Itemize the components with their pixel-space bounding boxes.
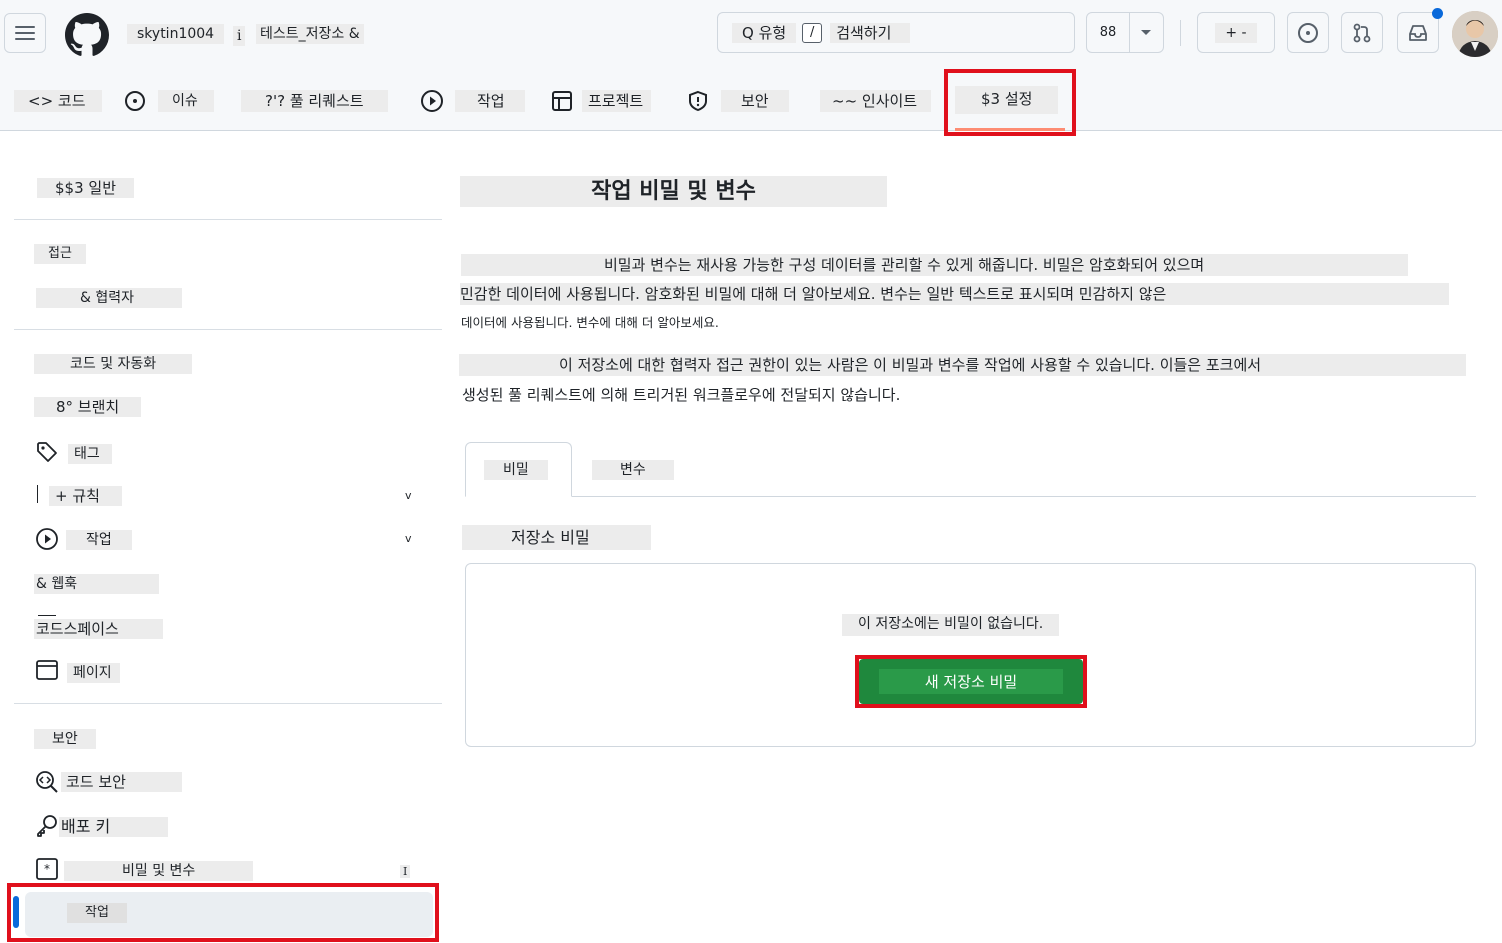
menu-button[interactable] <box>4 13 46 53</box>
empty-state-message: 이 저장소에는 비밀이 없습니다. <box>842 614 1060 636</box>
codespaces-icon <box>38 615 56 616</box>
avatar-photo-icon <box>1452 11 1498 57</box>
tab-code[interactable]: <> 코드 <box>14 84 102 118</box>
repo-name-link[interactable]: 테스트_저장소 & <box>256 24 364 44</box>
table-icon <box>552 91 572 111</box>
tab-actions[interactable]: 작업 <box>420 84 525 118</box>
sidebar-item-codespaces[interactable]: 코드스페이스 <box>34 619 163 639</box>
tag-icon <box>37 442 57 462</box>
notifications-button[interactable] <box>1397 12 1439 53</box>
breadcrumb-separator: i <box>233 26 246 46</box>
search-label: 검색하기 <box>830 22 911 43</box>
sidebar-item-pages[interactable]: 페이지 <box>67 663 120 683</box>
notification-dot <box>1432 8 1443 19</box>
tab-projects-label: 프로젝트 <box>582 90 652 112</box>
tab-settings[interactable]: $3 설정 <box>955 86 1059 130</box>
sidebar-item-tags[interactable]: 태그 <box>68 444 112 464</box>
inbox-icon <box>1409 24 1427 41</box>
repo-header: skytin1004 i 테스트_저장소 & Q 유형 / 검색하기 88 + … <box>0 0 1502 131</box>
owner-link[interactable]: skytin1004 <box>127 24 225 44</box>
rules-icon <box>37 485 38 503</box>
tabs-underline <box>465 496 1476 497</box>
copilot-icon: 88 <box>1099 25 1117 40</box>
sidebar-heading-access: 접근 <box>34 244 86 264</box>
access-line-2: 생성된 풀 리퀘스트에 의해 트리거된 워크플로우에 전달되지 않습니다. <box>462 386 901 404</box>
sidebar-item-actions[interactable]: 작업 <box>66 530 132 550</box>
sidebar-item-general[interactable]: $$3 일반 <box>37 178 134 198</box>
description-line-1: 비밀과 변수는 재사용 가능한 구성 데이터를 관리할 수 있게 해줍니다. 비… <box>461 254 1408 276</box>
tab-settings-label: $3 설정 <box>955 86 1059 114</box>
sidebar-heading-code-automation: 코드 및 자동화 <box>34 354 193 374</box>
tab-secrets-label: 비밀 <box>484 460 548 480</box>
play-icon <box>36 528 58 550</box>
git-pull-request-icon <box>1353 23 1371 42</box>
description-line-2: 민감한 데이터에 사용됩니다. 암호화된 비밀에 대해 더 알아보세요. 변수는… <box>460 283 1449 305</box>
sidebar-item-rules[interactable]: + 규칙 <box>49 486 122 506</box>
search-slash-key: / <box>802 22 823 43</box>
tab-issues-label: 이슈 <box>158 90 214 112</box>
page-title: 작업 비밀 및 변수 <box>460 176 887 207</box>
sidebar-divider <box>14 219 442 220</box>
tab-security-label: 보안 <box>721 90 789 112</box>
shield-icon <box>689 90 707 112</box>
tab-insights-label: ~~ 인사이트 <box>820 90 932 112</box>
tab-security[interactable]: 보안 <box>687 84 789 118</box>
sidebar-divider <box>14 703 442 704</box>
sidebar-divider <box>14 329 442 330</box>
copilot-button[interactable]: 88 <box>1086 12 1164 53</box>
chevron-down-icon[interactable]: v <box>405 532 412 545</box>
pull-requests-button[interactable] <box>1341 12 1383 53</box>
repo-secrets-heading: 저장소 비밀 <box>462 525 651 550</box>
tab-pull-requests-label: ?'? 풀 리퀘스트 <box>241 90 388 112</box>
chevron-down-icon[interactable]: v <box>405 489 412 502</box>
secrets-expanded-indicator: I <box>400 865 411 878</box>
header-divider <box>1180 20 1181 46</box>
sidebar-heading-security: 보안 <box>34 729 96 749</box>
sidebar-item-secrets-actions-label: 작업 <box>67 903 127 923</box>
tab-pull-requests[interactable]: ?'? 풀 리퀘스트 <box>241 84 388 118</box>
issue-opened-icon <box>1298 22 1318 43</box>
sidebar-item-branches[interactable]: 8° 브랜치 <box>34 397 142 417</box>
issue-opened-icon <box>125 91 145 111</box>
tab-variables[interactable]: 변수 <box>592 460 674 480</box>
chevron-down-icon[interactable] <box>1140 29 1152 37</box>
new-repository-secret-label: 새 저장소 비밀 <box>878 669 1064 694</box>
empty-secrets-box <box>465 563 1476 747</box>
github-logo-icon[interactable] <box>65 13 109 57</box>
access-line-1: 이 저장소에 대한 협력자 접근 권한이 있는 사람은 이 비밀과 변수를 작업… <box>459 354 1466 376</box>
browser-icon <box>36 660 58 680</box>
tab-insights[interactable]: ~~ 인사이트 <box>820 84 932 118</box>
sidebar-item-secrets-variables[interactable]: 비밀 및 변수 <box>64 861 254 881</box>
sidebar-item-deploy-keys[interactable]: 배포 키 <box>59 817 169 837</box>
tab-settings-underline <box>955 128 1065 131</box>
description-line-3: 데이터에 사용됩니다. 변수에 대해 더 알아보세요. <box>461 315 719 330</box>
sidebar-item-collaborators[interactable]: & 협력자 <box>36 288 183 308</box>
sidebar-item-code-security[interactable]: 코드 보안 <box>61 772 182 792</box>
search-type-label: Q 유형 <box>732 22 797 43</box>
plus-icon: + - <box>1215 22 1257 43</box>
active-item-indicator <box>13 896 19 928</box>
asterisk-box-icon: * <box>36 858 58 880</box>
tab-code-label: <> 코드 <box>14 90 102 112</box>
tab-projects[interactable]: 프로젝트 <box>551 84 652 118</box>
search-input[interactable]: Q 유형 / 검색하기 <box>717 12 1075 53</box>
new-repository-secret-button[interactable]: 새 저장소 비밀 <box>859 659 1083 704</box>
play-icon <box>421 90 443 112</box>
hamburger-icon <box>15 26 35 40</box>
tab-issues[interactable]: 이슈 <box>124 84 214 118</box>
issues-button[interactable] <box>1287 12 1329 53</box>
svg-text:*: * <box>44 862 50 876</box>
key-icon <box>37 815 57 837</box>
avatar[interactable] <box>1452 11 1498 57</box>
create-new-button[interactable]: + - <box>1197 12 1275 53</box>
code-scan-icon <box>36 771 58 793</box>
sidebar-item-webhooks[interactable]: & 웹훅 <box>34 574 160 594</box>
tab-actions-label: 작업 <box>455 90 525 112</box>
